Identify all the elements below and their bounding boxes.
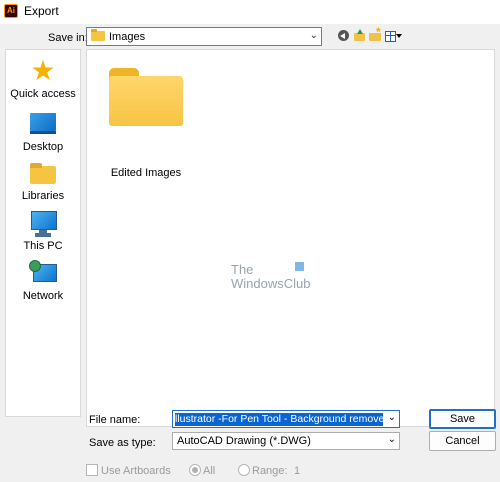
range-radio[interactable]: [238, 464, 250, 476]
place-this-pc[interactable]: This PC: [6, 210, 80, 252]
place-quick-access[interactable]: ★ Quick access: [6, 55, 80, 101]
desktop-icon: [29, 111, 57, 137]
watermark-line-2: WindowsClub: [231, 276, 311, 291]
view-menu-icon[interactable]: [384, 29, 402, 43]
export-dialog: Save in: Images ⌄ ★ Quick access Desktop…: [0, 24, 500, 482]
folder-item-label[interactable]: Edited Images: [101, 167, 191, 179]
place-label: Desktop: [22, 141, 64, 153]
chevron-down-icon[interactable]: ⌄: [388, 434, 396, 445]
star-icon: ★: [30, 55, 56, 86]
new-folder-icon[interactable]: [368, 25, 382, 43]
illustrator-app-icon: Ai: [4, 4, 18, 18]
place-label: Network: [22, 290, 64, 302]
chevron-down-icon[interactable]: ⌄: [388, 412, 396, 423]
save-button[interactable]: Save: [429, 409, 496, 429]
place-desktop[interactable]: Desktop: [6, 111, 80, 153]
range-label: Range:: [252, 465, 288, 477]
save-as-type-label: Save as type:: [89, 437, 156, 449]
all-label: All: [203, 465, 216, 477]
save-in-value: Images: [109, 31, 146, 43]
use-artboards-label: Use Artboards: [101, 465, 171, 477]
place-network[interactable]: Network: [6, 260, 80, 302]
file-name-value[interactable]: llustrator -For Pen Tool - Background re…: [175, 413, 383, 426]
file-name-input[interactable]: llustrator -For Pen Tool - Background re…: [172, 410, 400, 428]
window-title: Export: [24, 4, 59, 18]
places-bar: ★ Quick access Desktop Libraries This PC…: [5, 49, 81, 417]
place-label: Libraries: [21, 190, 65, 202]
save-as-type-dropdown[interactable]: AutoCAD Drawing (*.DWG) ⌄: [172, 432, 400, 450]
place-label: Quick access: [10, 88, 76, 100]
save-as-type-value: AutoCAD Drawing (*.DWG): [177, 435, 311, 447]
file-name-label: File name:: [89, 414, 141, 426]
title-bar: Ai Export: [0, 0, 500, 24]
range-input[interactable]: 1: [294, 465, 300, 477]
folder-icon[interactable]: [109, 68, 183, 126]
network-icon: [29, 260, 57, 286]
place-label: This PC: [23, 240, 63, 252]
libraries-icon: [29, 160, 57, 186]
cancel-button[interactable]: Cancel: [429, 431, 496, 451]
up-folder-icon[interactable]: [353, 29, 367, 43]
save-in-label: Save in:: [48, 32, 88, 44]
folder-icon: [91, 29, 105, 41]
use-artboards-checkbox[interactable]: [86, 464, 98, 476]
file-list[interactable]: Edited Images The WindowsClub: [86, 49, 495, 427]
save-in-dropdown[interactable]: Images ⌄: [86, 27, 322, 46]
computer-icon: [29, 210, 57, 236]
chevron-down-icon[interactable]: ⌄: [310, 30, 318, 41]
place-libraries[interactable]: Libraries: [6, 160, 80, 202]
all-radio[interactable]: [189, 464, 201, 476]
back-icon[interactable]: [337, 29, 351, 43]
watermark-logo-icon: [295, 262, 304, 271]
